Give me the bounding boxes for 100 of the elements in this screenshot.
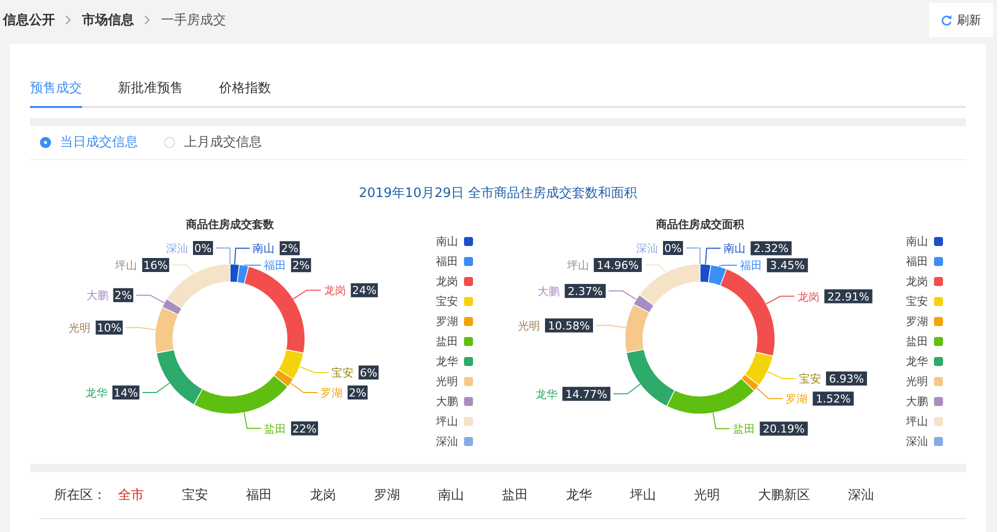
leader-line [612,384,641,394]
value-label: 1.52% [812,392,854,406]
leader-line [766,296,795,304]
leader-line [596,324,626,328]
slice-label: 南山 [724,242,746,256]
slice-label: 南山 [252,242,275,256]
leader-line [136,294,165,304]
legend-label: 南山 [906,234,928,248]
filter-label: 所在区： [54,487,106,504]
value-label: 24% [350,283,378,298]
value-label: 0% [193,241,213,255]
district-option[interactable]: 盐田 [502,484,528,506]
district-option[interactable]: 坪山 [630,484,656,506]
tab[interactable]: 价格指数 [219,77,271,108]
chevron-icon [65,15,72,25]
legend-label: 龙岗 [436,274,458,288]
slice-label: 坪山 [566,259,589,272]
radio-option[interactable]: 上月成交信息 [164,133,262,151]
value-label: 14.77% [562,386,610,401]
leader-line [767,371,796,379]
slice-label: 坪山 [115,259,138,272]
value-label: 10% [96,320,123,335]
slice-label: 光明 [68,322,91,335]
data-label: 22.91% [827,290,870,304]
legend-label: 龙岗 [906,274,928,288]
slice-label: 罗湖 [320,386,343,400]
slice-label: 龙岗 [324,284,346,298]
value-label: 14% [112,386,140,400]
legend-label: 宝安 [436,294,458,308]
district-option[interactable]: 龙岗 [310,484,336,506]
slice-label: 深汕 [636,242,658,255]
district-option[interactable]: 罗湖 [374,484,400,506]
value-label: 2.32% [750,241,792,256]
chart-title: 商品住房成交面积 [656,218,744,231]
value-label: 22.91% [824,289,872,304]
slice-label: 光明 [518,319,540,332]
legend-label: 福田 [436,254,458,268]
data-label: 2.32% [754,242,789,256]
district-option[interactable]: 南山 [438,484,464,506]
data-label: 10.58% [548,319,590,332]
legend-label: 光明 [906,374,928,388]
legend-label: 大鹏 [436,394,458,408]
slice-label: 宝安 [798,372,821,386]
data-label: 14.77% [565,388,608,401]
refresh-button[interactable]: 刷新 [929,3,993,37]
value-label: 16% [142,258,170,272]
district-option[interactable]: 大鹏新区 [758,484,810,506]
legend-label: 盐田 [436,334,458,348]
value-label: 3.45% [766,258,808,272]
refresh-icon [941,14,952,26]
legend-label: 龙华 [436,354,458,368]
slice-label: 龙华 [535,388,558,401]
district-option[interactable]: 深汕 [848,484,874,506]
slice-label: 深汕 [166,242,188,255]
district-option[interactable]: 全市 [118,484,144,506]
data-label: 14.96% [596,259,639,272]
slice-label: 盐田 [264,422,286,436]
slice-label: 罗湖 [786,392,808,406]
chart-heading: 2019年10月29日 全市商品住房成交套数和面积 [358,185,638,202]
value-label: 14.96% [594,258,642,272]
slice-label: 龙岗 [797,290,820,304]
breadcrumb-link[interactable]: 信息公开 [3,11,55,29]
tab[interactable]: 新批准预售 [118,77,183,108]
leader-line [142,382,170,393]
value-label: 22% [291,421,318,436]
district-option[interactable]: 福田 [246,484,272,506]
data-label: 1.52% [816,392,851,406]
value-label: 2% [280,241,300,256]
value-label: 20.19% [760,422,808,436]
value-label: 2% [113,288,134,302]
leader-line [608,290,637,300]
legend-label: 坪山 [436,414,458,428]
district-option[interactable]: 光明 [694,484,720,506]
leader-line [292,290,322,300]
value-label: 2% [348,386,368,400]
leader-line [244,412,262,429]
legend-label: 坪山 [906,414,928,428]
slice-label: 宝安 [332,366,354,380]
value-label: 10.58% [545,318,594,332]
legend-label: 宝安 [906,294,928,308]
legend-label: 南山 [436,234,458,248]
leader-line [290,382,318,393]
chevron-icon [144,15,151,25]
legend-label: 盐田 [906,334,928,348]
data-label: 3.45% [770,259,805,272]
slice-label: 大鹏 [86,289,108,302]
slice-label: 盐田 [732,422,755,436]
breadcrumb-link[interactable]: 市场信息 [82,11,134,29]
value-label: 6% [358,366,379,380]
chart-title: 商品住房成交套数 [186,218,274,231]
legend-label: 深汕 [436,434,458,448]
leader-line [712,412,730,430]
slice-label: 福田 [264,259,286,272]
district-option[interactable]: 宝安 [182,484,208,506]
district-option[interactable]: 龙华 [566,484,592,506]
legend-label: 罗湖 [436,314,458,328]
leader-line [125,327,156,330]
leader-line [216,248,230,264]
data-label: 2.37% [568,284,603,298]
legend-label: 罗湖 [906,314,928,328]
